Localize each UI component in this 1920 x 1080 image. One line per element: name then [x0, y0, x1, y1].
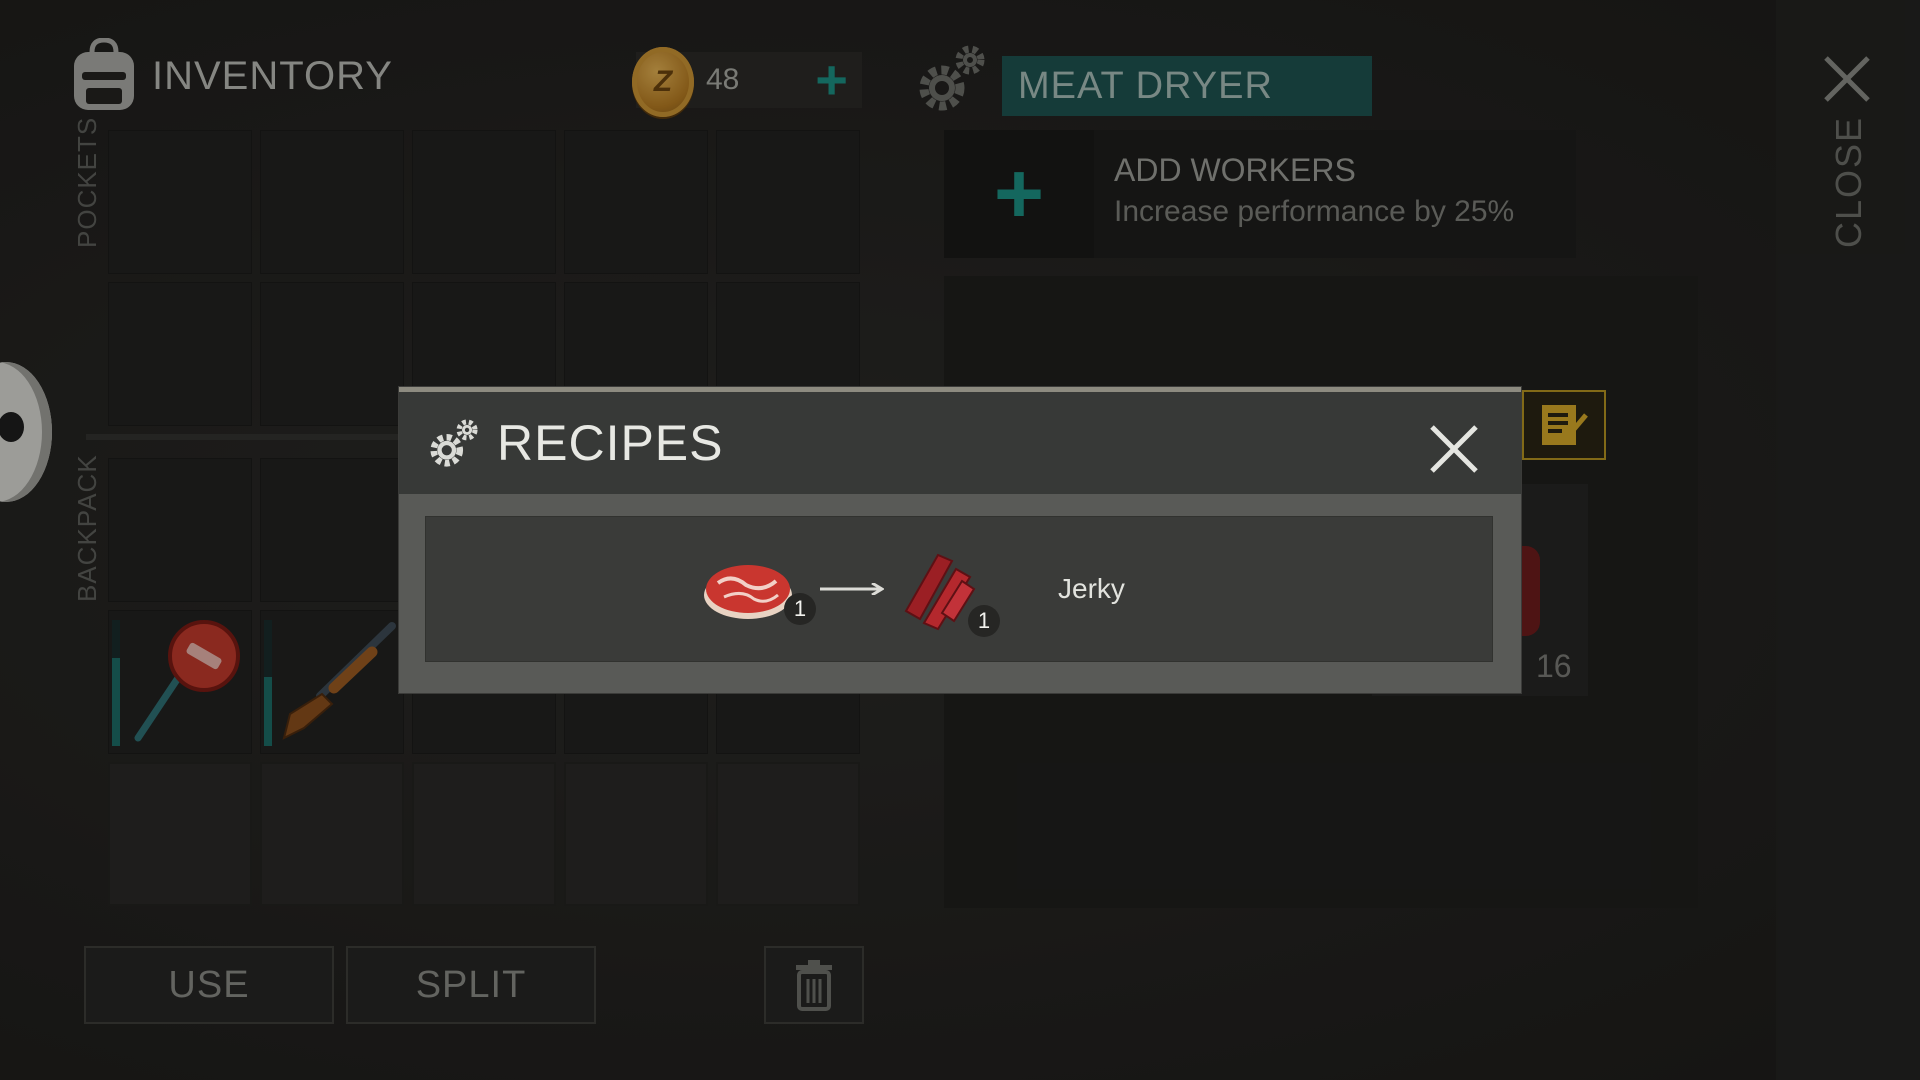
recipe-row-jerky[interactable]: 1 1 Jerky [426, 517, 1492, 661]
gears-icon [430, 419, 478, 467]
modal-close-icon[interactable] [1427, 422, 1481, 476]
recipes-modal: RECIPES 1 1 Jerky [399, 387, 1521, 693]
input-qty-badge: 1 [784, 593, 816, 625]
output-qty-badge: 1 [968, 605, 1000, 637]
recipe-name: Jerky [1058, 573, 1125, 604]
modal-title: RECIPES [497, 415, 724, 471]
raw-meat-icon [704, 565, 792, 619]
arrow-right-icon [820, 583, 884, 595]
modal-header: RECIPES [399, 392, 1521, 494]
